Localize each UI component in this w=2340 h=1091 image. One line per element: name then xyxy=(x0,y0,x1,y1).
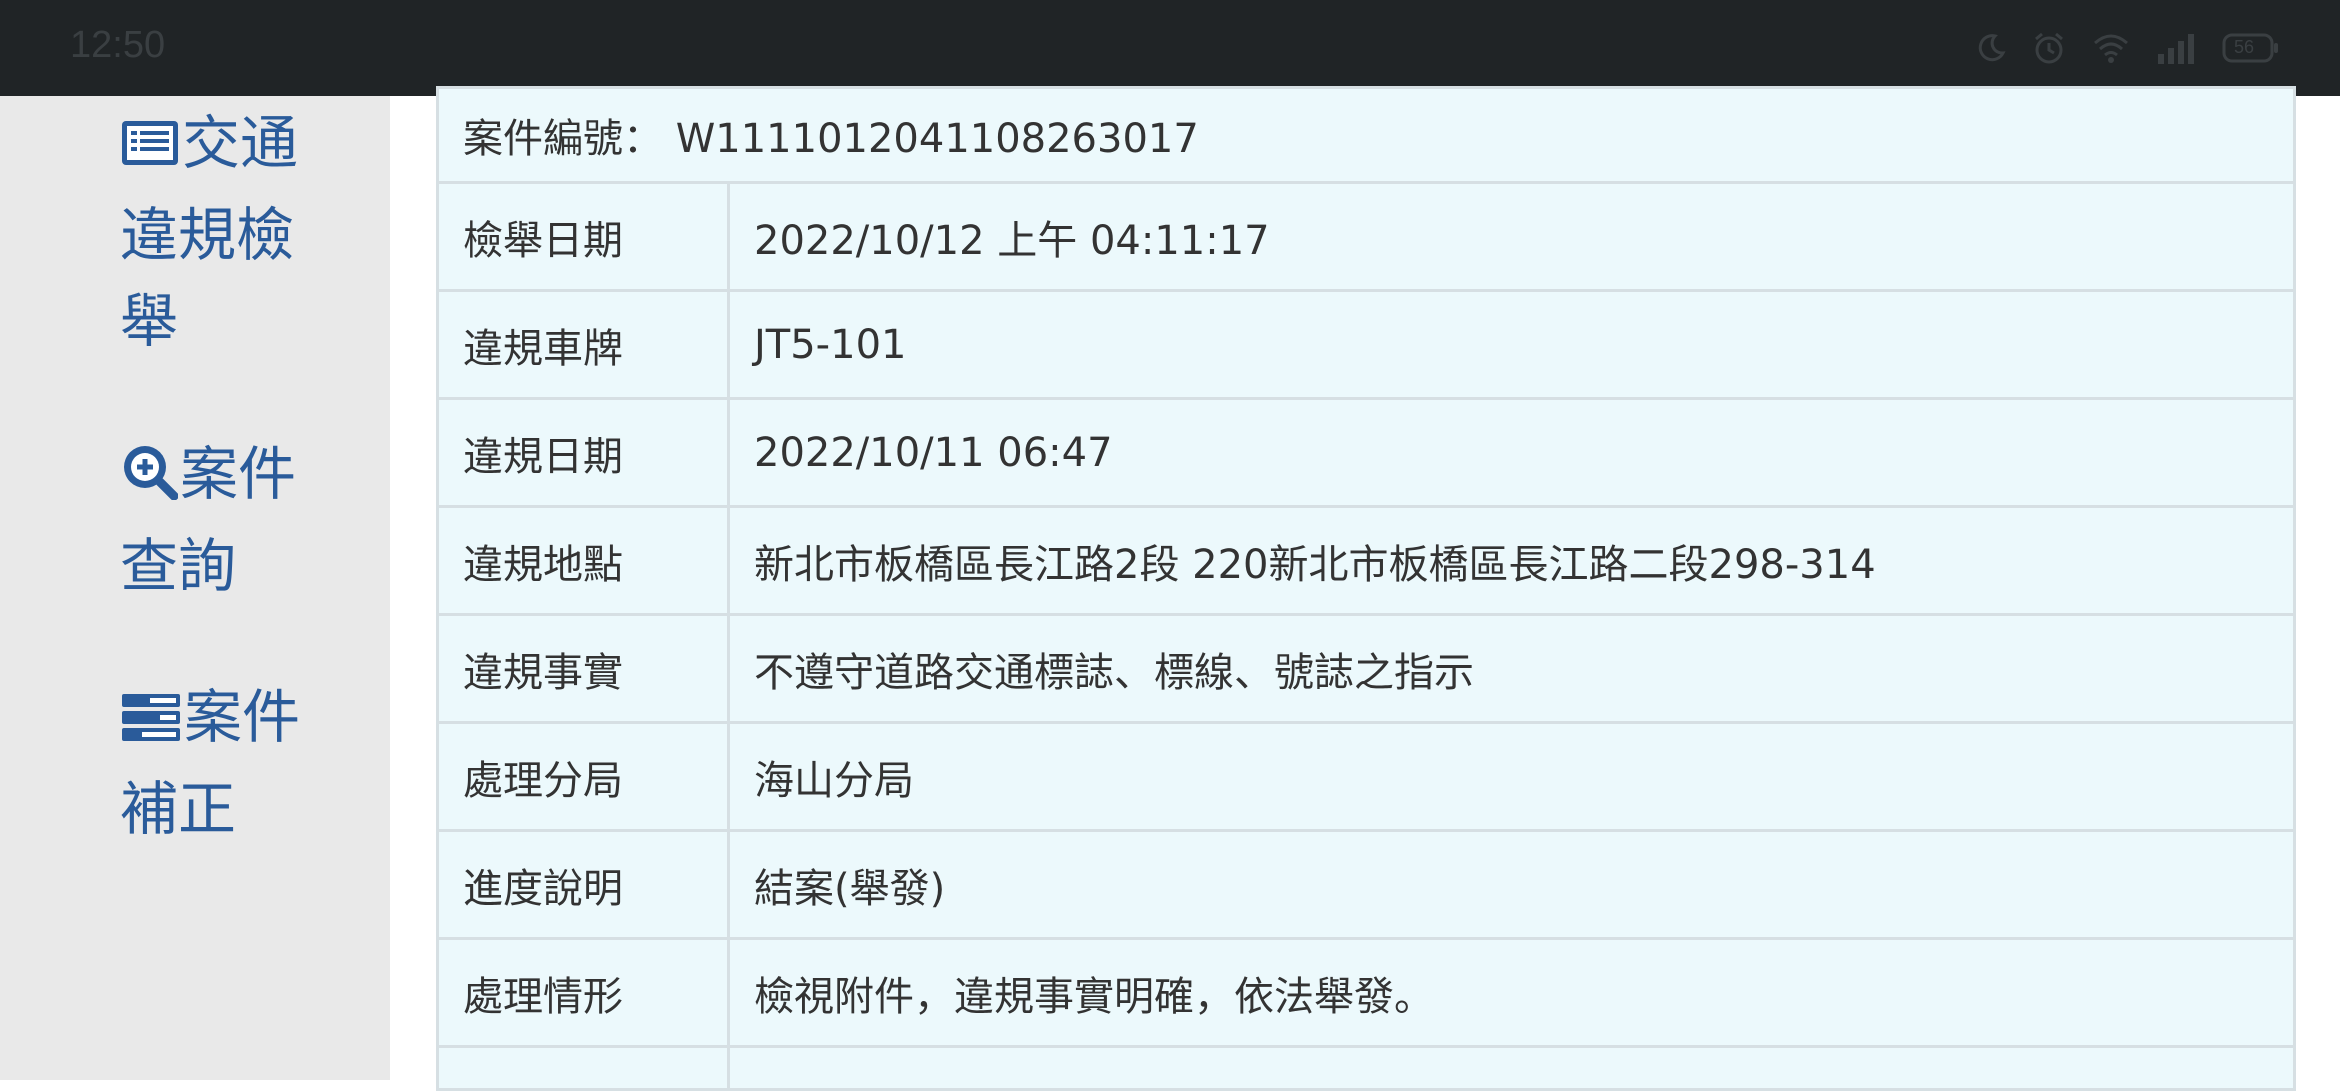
status-time: 12:50 xyxy=(70,24,166,66)
plate-value: JT5-101 xyxy=(727,289,2296,400)
status-icons: 56 xyxy=(1976,28,2280,68)
handling-value: 檢視附件，違規事實明確，依法舉發。 xyxy=(727,937,2296,1048)
case-number-value: W1111012041108263017 xyxy=(675,116,1199,162)
table-row: 處理分局 海山分局 xyxy=(436,721,2296,832)
battery-icon: 56 xyxy=(2222,33,2280,63)
battery-level: 56 xyxy=(2234,37,2255,57)
handling-label: 處理情形 xyxy=(436,937,730,1048)
alarm-icon xyxy=(2032,31,2066,65)
table-row: 違規車牌 JT5-101 xyxy=(436,289,2296,400)
sidebar-item-case-correction[interactable]: 案件補正 xyxy=(120,674,340,852)
report-date-label: 檢舉日期 xyxy=(436,181,730,292)
violation-date-value: 2022/10/11 06:47 xyxy=(727,397,2296,508)
violation-fact-value: 不遵守道路交通標誌、標線、號誌之指示 xyxy=(727,613,2296,724)
table-row-partial xyxy=(436,1045,2296,1091)
table-row: 處理情形 檢視附件，違規事實明確，依法舉發。 xyxy=(436,937,2296,1048)
table-row: 違規事實 不遵守道路交通標誌、標線、號誌之指示 xyxy=(436,613,2296,724)
branch-value: 海山分局 xyxy=(727,721,2296,832)
violation-fact-label: 違規事實 xyxy=(436,613,730,724)
violation-location-value: 新北市板橋區長江路2段 220新北市板橋區長江路二段298-314 xyxy=(727,505,2296,616)
case-number-label: 案件編號： xyxy=(463,116,663,162)
table-row: 檢舉日期 2022/10/12 上午 04:11:17 xyxy=(436,181,2296,292)
list-icon xyxy=(120,106,180,192)
table-row: 進度說明 結案(舉發) xyxy=(436,829,2296,940)
case-number-row: 案件編號： W1111012041108263017 xyxy=(436,86,2296,184)
case-number-cell: 案件編號： W1111012041108263017 xyxy=(436,86,2296,184)
violation-location-label: 違規地點 xyxy=(436,505,730,616)
main-content: 案件編號： W1111012041108263017 檢舉日期 2022/10/… xyxy=(390,86,2340,1091)
table-row: 違規地點 新北市板橋區長江路2段 220新北市板橋區長江路二段298-314 xyxy=(436,505,2296,616)
progress-value: 結案(舉發) xyxy=(727,829,2296,940)
partial-cell xyxy=(727,1045,2296,1091)
wifi-icon xyxy=(2092,32,2130,64)
table-row: 違規日期 2022/10/11 06:47 xyxy=(436,397,2296,508)
sidebar-item-traffic-report[interactable]: 交通違規檢舉 xyxy=(120,100,340,364)
partial-cell xyxy=(436,1045,730,1091)
report-date-value: 2022/10/12 上午 04:11:17 xyxy=(727,181,2296,292)
status-bar: 12:50 56 xyxy=(0,0,2340,96)
progress-label: 進度說明 xyxy=(436,829,730,940)
signal-icon xyxy=(2156,32,2196,64)
violation-date-label: 違規日期 xyxy=(436,397,730,508)
case-detail-table: 案件編號： W1111012041108263017 檢舉日期 2022/10/… xyxy=(436,86,2296,1091)
sidebar-item-case-search[interactable]: 案件查詢 xyxy=(120,431,340,609)
zoom-in-icon xyxy=(120,437,179,523)
tasks-icon xyxy=(120,680,182,766)
plate-label: 違規車牌 xyxy=(436,289,730,400)
moon-icon xyxy=(1976,33,2006,63)
sidebar: 交通違規檢舉 案件查詢 案件補正 xyxy=(0,96,390,1080)
branch-label: 處理分局 xyxy=(436,721,730,832)
